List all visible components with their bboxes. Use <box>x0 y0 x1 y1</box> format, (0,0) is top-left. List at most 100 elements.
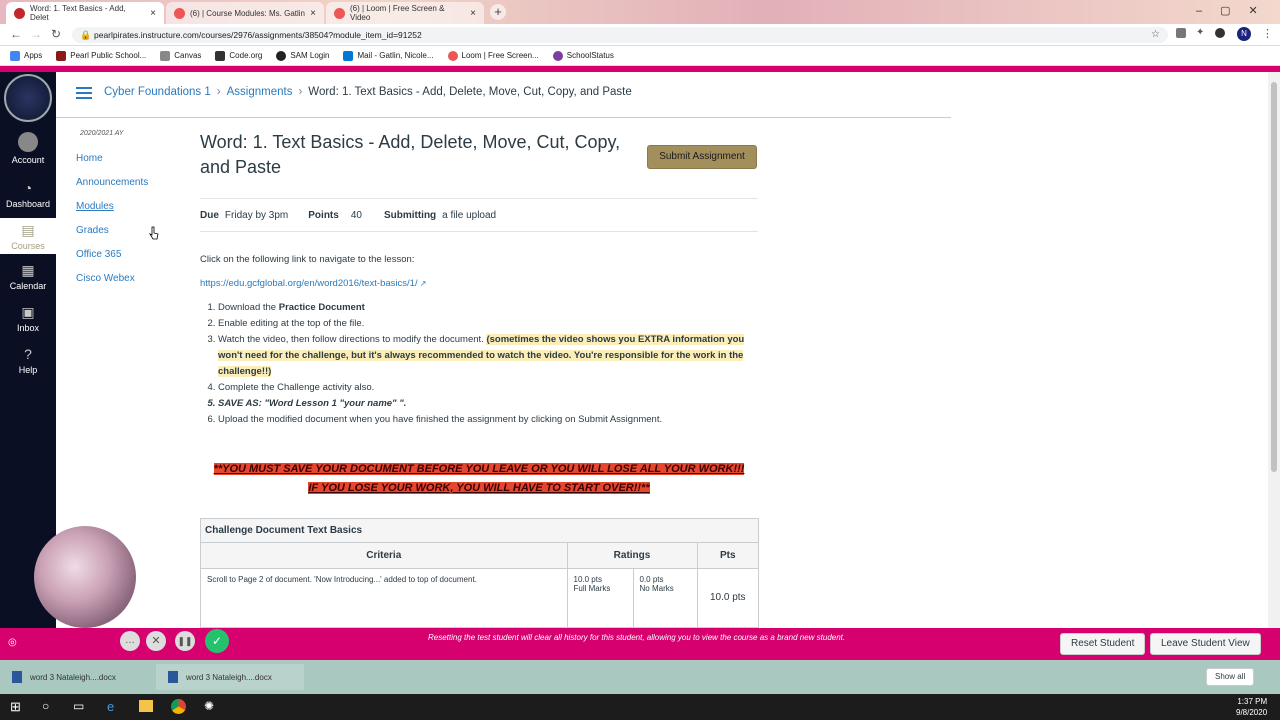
chevron-right-icon: › <box>216 86 221 98</box>
rating-pts: 0.0 pts <box>639 574 664 584</box>
loom-pause-icon[interactable]: ❚❚ <box>175 631 195 651</box>
ratings-header: Ratings <box>567 543 698 569</box>
course-nav-grades[interactable]: Grades <box>76 225 186 249</box>
rating-none: 0.0 pts No Marks <box>633 568 698 627</box>
file-explorer-icon[interactable] <box>139 700 153 712</box>
course-nav-modules[interactable]: Modules <box>76 201 186 225</box>
lesson-link[interactable]: https://edu.gcfglobal.org/en/word2016/te… <box>200 278 418 289</box>
new-tab-plus-icon[interactable]: + <box>490 4 506 20</box>
back-arrow-icon[interactable]: ← <box>10 27 22 41</box>
canvas-icon <box>160 50 171 61</box>
windows-taskbar: ⊞ ○ ▭ e ✺ 1:37 PM 9/8/2020 <box>0 694 1280 720</box>
course-nav-announcements[interactable]: Announcements <box>76 177 186 201</box>
bookmark-pearl[interactable]: Pearl Public School... <box>56 50 146 61</box>
nav-label: Courses <box>11 241 45 251</box>
bookmark-schoolstatus[interactable]: SchoolStatus <box>552 50 614 61</box>
extension-camera-icon[interactable] <box>1176 28 1186 38</box>
reload-icon[interactable]: ↻ <box>51 27 61 41</box>
loom-taskbar-icon[interactable]: ✺ <box>204 699 214 713</box>
loom-finish-check-icon[interactable]: ✓ <box>205 629 229 653</box>
nav-help[interactable]: ? Help <box>0 346 56 375</box>
extensions-puzzle-icon[interactable]: ✦ <box>1196 27 1204 38</box>
tab-label: (6) | Course Modules: Ms. Gatlin <box>190 8 306 18</box>
practice-document-text: Practice Document <box>278 302 365 313</box>
instruction-list: Download the Practice Document Enable ed… <box>218 300 758 428</box>
page-scrollbar[interactable] <box>1268 72 1280 660</box>
loom-more-icon[interactable]: … <box>120 631 140 651</box>
chrome-icon[interactable] <box>171 699 186 714</box>
intro-text: Click on the following link to navigate … <box>200 254 415 265</box>
courses-book-icon: ▤ <box>21 222 35 238</box>
edge-icon[interactable]: e <box>107 699 114 714</box>
windows-start-icon[interactable]: ⊞ <box>10 699 21 715</box>
lock-icon: 🔒 <box>80 30 92 40</box>
bookmark-canvas[interactable]: Canvas <box>160 50 201 61</box>
loom-favicon-icon <box>334 7 345 19</box>
bookmark-label: Code.org <box>229 51 263 60</box>
url-input[interactable]: 🔒 pearlpirates.instructure.com/courses/2… <box>72 27 1168 43</box>
submit-assignment-button[interactable]: Submit Assignment <box>647 145 757 169</box>
tab-course-modules[interactable]: (6) | Course Modules: Ms. Gatlin × <box>166 2 324 24</box>
task-view-icon[interactable]: ▭ <box>73 699 84 713</box>
close-tab-icon[interactable]: × <box>150 8 156 19</box>
close-tab-icon[interactable]: × <box>470 8 476 19</box>
clock[interactable]: 1:37 PM 9/8/2020 <box>1236 696 1267 718</box>
download-item[interactable]: word 3 Nataleigh....docx <box>0 664 152 690</box>
loom-favicon-icon <box>174 7 185 19</box>
pts-cell: 10.0 pts <box>709 592 746 603</box>
step-text: Watch the video, then follow directions … <box>218 334 487 345</box>
student-view-icon: ◎ <box>8 637 17 648</box>
window-controls[interactable]: –▢✕ <box>1196 4 1276 17</box>
webcam-bubble[interactable] <box>34 526 136 628</box>
hamburger-menu-icon[interactable] <box>76 87 92 99</box>
bookmark-loom[interactable]: Loom | Free Screen... <box>447 50 539 61</box>
nav-dashboard[interactable]: ◔ Dashboard <box>0 180 56 209</box>
course-navigation: 2020/2021 AY Home Announcements Modules … <box>76 130 186 297</box>
course-nav-home[interactable]: Home <box>76 153 186 177</box>
external-link-icon: ↗ <box>417 279 427 288</box>
scrollbar-thumb[interactable] <box>1271 82 1277 472</box>
rubric-title: Challenge Document Text Basics <box>201 519 758 543</box>
pearl-icon <box>56 50 67 61</box>
show-all-button[interactable]: Show all <box>1206 668 1255 686</box>
loom-icon <box>447 50 458 61</box>
nav-label: Dashboard <box>5 199 51 209</box>
browser-menu-icon[interactable]: ⋮ <box>1262 27 1273 40</box>
nav-courses[interactable]: ▤ Courses <box>0 218 56 254</box>
apps-grid-icon <box>10 50 20 61</box>
bookmark-label: SchoolStatus <box>566 51 614 60</box>
bookmark-apps[interactable]: Apps <box>10 50 42 61</box>
forward-arrow-icon[interactable]: → <box>30 27 42 41</box>
bookmark-mail[interactable]: Mail - Gatlin, Nicole... <box>343 50 434 61</box>
breadcrumb-assignments[interactable]: Assignments <box>227 86 293 98</box>
close-tab-icon[interactable]: × <box>310 8 316 19</box>
course-nav-cisco-webex[interactable]: Cisco Webex <box>76 273 186 297</box>
nav-label: Help <box>18 365 38 375</box>
leave-student-view-button[interactable]: Leave Student View <box>1150 633 1261 655</box>
extension-circle-icon[interactable] <box>1215 28 1225 38</box>
criteria-header: Criteria <box>201 543 568 569</box>
school-logo[interactable] <box>4 74 52 122</box>
due-value: Friday by 3pm <box>224 209 289 221</box>
breadcrumb-course[interactable]: Cyber Foundations 1 <box>104 86 211 98</box>
rating-full: 10.0 pts Full Marks <box>567 568 634 627</box>
profile-avatar[interactable]: N <box>1237 27 1251 41</box>
loom-cancel-icon[interactable]: ✕ <box>146 631 166 651</box>
bookmark-sam[interactable]: SAM Login <box>276 50 329 61</box>
course-nav-office365[interactable]: Office 365 <box>76 249 186 273</box>
submitting-value: a file upload <box>442 209 497 221</box>
nav-calendar[interactable]: ▦ Calendar <box>0 262 56 291</box>
nav-inbox[interactable]: ▣ Inbox <box>0 304 56 333</box>
reset-student-button[interactable]: Reset Student <box>1060 633 1146 655</box>
bookmark-codeorg[interactable]: Code.org <box>215 50 263 61</box>
term-label: 2020/2021 AY <box>80 130 124 137</box>
nav-label: Calendar <box>9 281 47 291</box>
pts-header: Pts <box>697 543 758 569</box>
download-item[interactable]: word 3 Nataleigh....docx <box>156 664 304 690</box>
sam-icon <box>276 50 287 61</box>
nav-account[interactable]: Account <box>0 132 56 165</box>
tab-loom[interactable]: (6) | Loom | Free Screen & Video × <box>326 2 484 24</box>
bookmark-star-icon[interactable]: ☆ <box>1151 27 1160 43</box>
tab-word-text-basics[interactable]: Word: 1. Text Basics - Add, Delet × <box>6 2 164 24</box>
search-icon[interactable]: ○ <box>42 699 49 713</box>
